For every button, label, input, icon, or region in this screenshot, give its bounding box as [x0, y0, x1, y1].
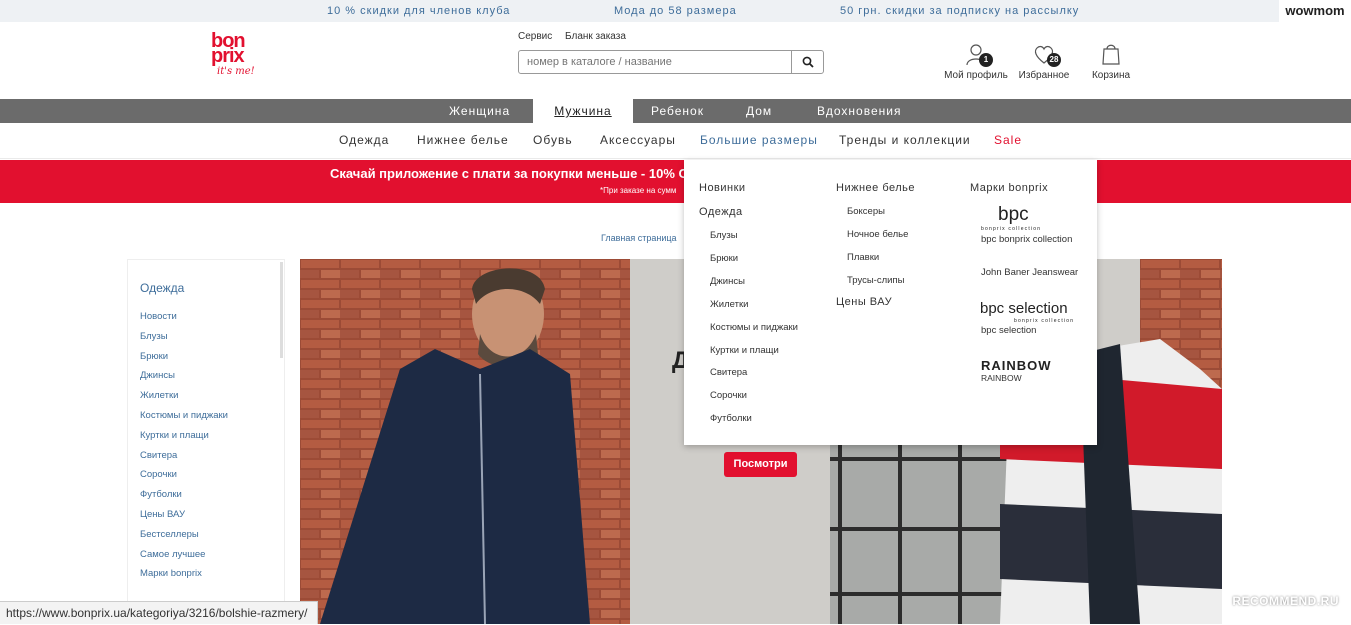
- brand-john-baner[interactable]: John Baner Jeanswear: [981, 267, 1078, 278]
- order-form-link[interactable]: Бланк заказа: [565, 31, 626, 42]
- dd-item[interactable]: Жилетки: [710, 299, 748, 310]
- nav-kids[interactable]: Ребенок: [651, 104, 704, 118]
- recommend-watermark: RECOMMEND.RU: [1232, 594, 1339, 608]
- logo-tagline: it's me!: [217, 66, 255, 77]
- brand-rainbow[interactable]: RAINBOW: [981, 373, 1022, 383]
- sidebar-item[interactable]: Сорочки: [140, 469, 228, 489]
- bpc-logo-sub: bonprix collection: [981, 226, 1042, 232]
- promo-club-discount[interactable]: 10 % скидки для членов клуба: [327, 5, 510, 17]
- app-banner[interactable]: Скачай приложение с плати за покупки мен…: [0, 160, 1351, 203]
- search-button[interactable]: [791, 51, 823, 73]
- dd-brands-title[interactable]: Марки bonprix: [970, 182, 1048, 194]
- nav-women[interactable]: Женщина: [449, 104, 510, 118]
- dd-item[interactable]: Ночное белье: [847, 229, 908, 240]
- sidebar-item[interactable]: Самое лучшее: [140, 549, 228, 569]
- breadcrumb[interactable]: Главная страница: [601, 233, 677, 243]
- sidebar: Одежда Новости Блузы Брюки Джинсы Жилетк…: [127, 259, 285, 624]
- profile-badge: 1: [979, 53, 993, 67]
- cat-clothing[interactable]: Одежда: [339, 133, 389, 147]
- cart-button[interactable]: Корзина: [1089, 42, 1133, 81]
- sidebar-item[interactable]: Свитера: [140, 450, 228, 470]
- dd-item[interactable]: Футболки: [710, 413, 752, 424]
- sidebar-item[interactable]: Марки bonprix: [140, 568, 228, 588]
- logo-line2: prix: [211, 45, 245, 67]
- service-link[interactable]: Сервис: [518, 31, 552, 42]
- nav-men[interactable]: Мужчина: [533, 99, 633, 123]
- dd-wow-prices[interactable]: Цены ВАУ: [836, 296, 892, 308]
- sidebar-item[interactable]: Блузы: [140, 331, 228, 351]
- profile-button[interactable]: 1 Мой профиль: [943, 42, 1009, 81]
- dd-item[interactable]: Блузы: [710, 230, 738, 241]
- nav-home[interactable]: Дом: [746, 104, 772, 118]
- dd-item[interactable]: Свитера: [710, 367, 747, 378]
- nav-inspiration[interactable]: Вдохновения: [817, 104, 901, 118]
- sidebar-title[interactable]: Одежда: [140, 281, 184, 295]
- banner-main-text: Скачай приложение с плати за покупки мен…: [330, 166, 649, 181]
- category-nav: Одежда Нижнее белье Обувь Аксессуары Бол…: [0, 124, 1351, 159]
- sidebar-scrollbar[interactable]: [280, 262, 283, 358]
- sidebar-item[interactable]: Джинсы: [140, 370, 228, 390]
- dd-new[interactable]: Новинки: [699, 182, 746, 194]
- plus-size-dropdown: Новинки Одежда Блузы Брюки Джинсы Жилетк…: [684, 160, 1097, 445]
- dd-item[interactable]: Сорочки: [710, 390, 747, 401]
- cart-label: Корзина: [1091, 70, 1131, 81]
- sidebar-item[interactable]: Куртки и плащи: [140, 430, 228, 450]
- favorites-button[interactable]: 28 Избранное: [1017, 42, 1071, 81]
- search-input[interactable]: [519, 51, 791, 73]
- cat-underwear[interactable]: Нижнее белье: [417, 133, 509, 147]
- dd-item[interactable]: Куртки и плащи: [710, 345, 779, 356]
- promo-bar: 10 % скидки для членов клуба Мода до 58 …: [0, 0, 1351, 22]
- banner-text: Скачай приложение с плати за покупки мен…: [330, 166, 689, 181]
- cat-shoes[interactable]: Обувь: [533, 133, 573, 147]
- cat-plus-sizes[interactable]: Большие размеры: [700, 133, 818, 147]
- search-icon: [802, 56, 814, 68]
- promo-newsletter[interactable]: 50 грн. скидки за подписку на рассылку: [840, 5, 1079, 17]
- sidebar-list: Новости Блузы Брюки Джинсы Жилетки Костю…: [140, 311, 228, 588]
- cat-sale[interactable]: Sale: [994, 133, 1022, 147]
- dd-clothing[interactable]: Одежда: [699, 206, 743, 218]
- shopping-bag-icon: [1102, 44, 1120, 65]
- sidebar-item[interactable]: Бестселлеры: [140, 529, 228, 549]
- look-button[interactable]: Посмотри: [724, 452, 797, 477]
- brand-bpc-selection[interactable]: bpc selection: [981, 325, 1036, 336]
- bonprix-logo[interactable]: bon prix it's me!: [211, 31, 263, 84]
- dd-item[interactable]: Джинсы: [710, 276, 745, 287]
- cat-trends[interactable]: Тренды и коллекции: [839, 133, 971, 147]
- sidebar-item[interactable]: Жилетки: [140, 390, 228, 410]
- sidebar-item[interactable]: Цены ВАУ: [140, 509, 228, 529]
- service-links: Сервис Бланк заказа: [518, 31, 636, 42]
- dd-item[interactable]: Трусы-слипы: [847, 275, 904, 286]
- dd-item[interactable]: Брюки: [710, 253, 738, 264]
- dd-underwear[interactable]: Нижнее белье: [836, 182, 915, 194]
- dd-item[interactable]: Костюмы и пиджаки: [710, 322, 798, 333]
- banner-highlight: 10% О: [648, 166, 689, 181]
- banner-note: *При заказе на сумм: [600, 186, 677, 195]
- bpc-selection-logo[interactable]: bpc selection: [980, 300, 1068, 317]
- sidebar-item[interactable]: Брюки: [140, 351, 228, 371]
- corner-tag: wowmom: [1279, 0, 1351, 22]
- brand-bpc-collection[interactable]: bpc bonprix collection: [981, 234, 1072, 245]
- search-box: [518, 50, 824, 74]
- bpc-selection-logo-sub: bonprix collection: [1014, 318, 1075, 324]
- profile-label: Мой профиль: [944, 70, 1008, 81]
- bpc-logo[interactable]: bpc: [998, 204, 1029, 226]
- dd-item[interactable]: Плавки: [847, 252, 879, 263]
- rainbow-logo[interactable]: RAINBOW: [981, 358, 1052, 373]
- gender-nav: Женщина Мужчина Ребенок Дом Вдохновения: [0, 99, 1351, 123]
- nav-men-label: Мужчина: [554, 104, 612, 118]
- sidebar-item[interactable]: Костюмы и пиджаки: [140, 410, 228, 430]
- favorites-badge: 28: [1047, 53, 1061, 67]
- favorites-label: Избранное: [1018, 70, 1070, 81]
- sidebar-item[interactable]: Новости: [140, 311, 228, 331]
- cat-accessories[interactable]: Аксессуары: [600, 133, 676, 147]
- dd-item[interactable]: Боксеры: [847, 206, 885, 217]
- sidebar-item[interactable]: Футболки: [140, 489, 228, 509]
- promo-plus-size[interactable]: Мода до 58 размера: [614, 5, 737, 17]
- status-bar-url: https://www.bonprix.ua/kategoriya/3216/b…: [0, 601, 319, 624]
